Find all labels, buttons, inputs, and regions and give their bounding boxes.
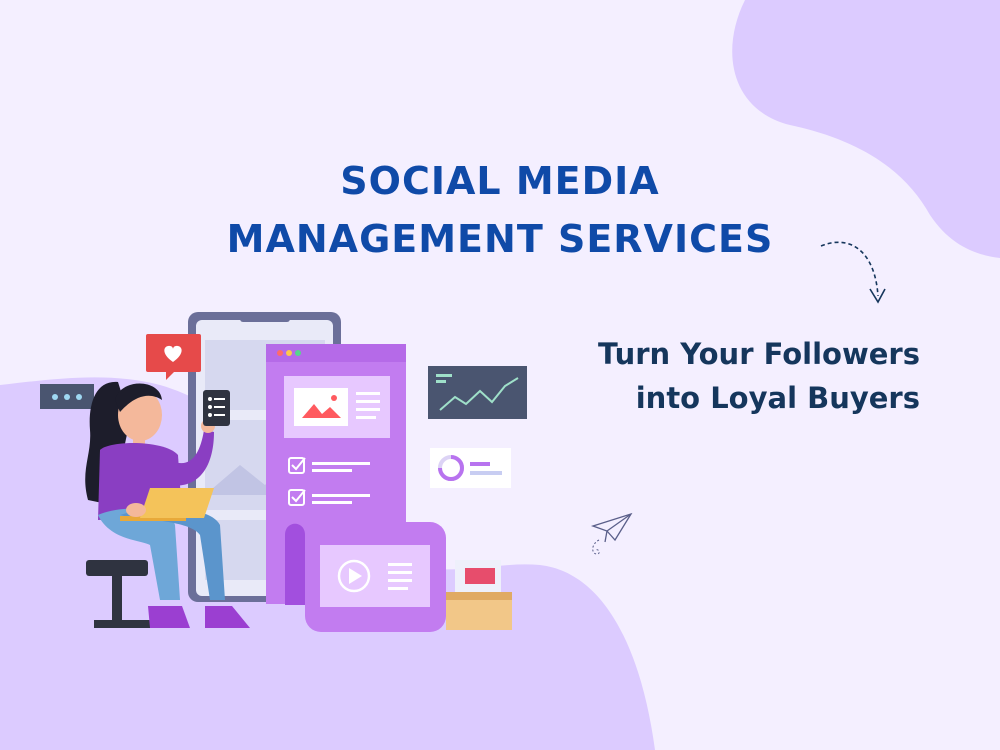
checklist-icon <box>203 390 230 426</box>
video-card <box>285 522 446 632</box>
banner: SOCIAL MEDIA MANAGEMENT SERVICES Turn Yo… <box>0 0 1000 750</box>
illustration <box>40 312 527 632</box>
line-chart-icon <box>428 366 527 419</box>
donut-chart-icon <box>430 448 511 488</box>
boxes <box>446 560 512 630</box>
chat-dots-icon <box>40 384 94 409</box>
image-icon <box>294 388 348 426</box>
